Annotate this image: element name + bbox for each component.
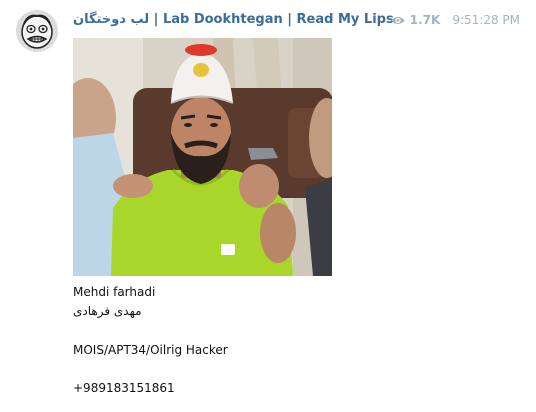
eye-icon [390,15,406,26]
avatar-face-icon [16,10,58,52]
message-time: 9:51:28 PM [452,13,520,27]
message-caption: Mehdi farhadi مهدی فرهادی MOIS/APT34/Oil… [73,283,493,398]
caption-line-name-persian: مهدی فرهادی [73,304,142,319]
caption-line-name-latin: Mehdi farhadi [73,285,156,299]
post-photo[interactable] [73,38,332,276]
caption-line-phone[interactable]: +989183151861 [73,379,493,398]
caption-line-blank [73,360,493,379]
channel-avatar[interactable] [16,10,58,52]
message-meta: 1.7K 9:51:28 PM [390,13,520,27]
channel-name-link[interactable]: لب دوختگان | Lab Dookhtegan | Read My Li… [73,12,394,27]
message-header: لب دوختگان | Lab Dookhtegan | Read My Li… [73,11,522,31]
caption-line-blank [73,321,493,340]
caption-line-affiliation: MOIS/APT34/Oilrig Hacker [73,342,228,357]
view-count: 1.7K [409,13,441,27]
